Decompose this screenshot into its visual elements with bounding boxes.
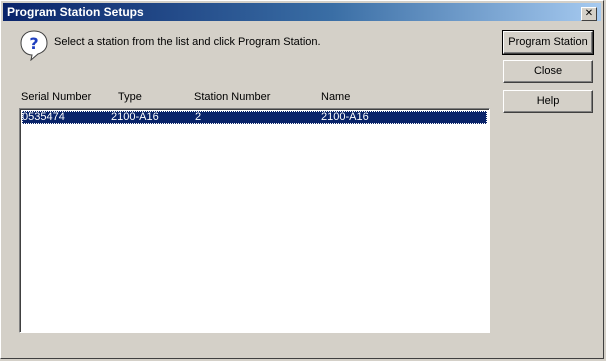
help-button[interactable]: Help (503, 90, 593, 113)
column-header-station-number[interactable]: Station Number (194, 91, 270, 103)
cell-name: 2100-A16 (321, 111, 369, 123)
svg-text:?: ? (29, 34, 38, 53)
column-header-name[interactable]: Name (321, 91, 350, 103)
program-station-button[interactable]: Program Station (502, 30, 594, 55)
question-mark-balloon-icon: ? (20, 30, 48, 61)
table-row[interactable]: 0535474 2100-A16 2 2100-A16 (22, 111, 487, 124)
window-title: Program Station Setups (7, 5, 144, 19)
column-header-type[interactable]: Type (118, 91, 142, 103)
cell-station-number: 2 (195, 111, 202, 123)
cell-serial-number: 0535474 (22, 111, 65, 123)
instruction-text: Select a station from the list and click… (54, 36, 321, 48)
close-window-button[interactable]: ✕ (581, 7, 597, 21)
cell-type: 2100-A16 (111, 111, 159, 123)
station-list[interactable]: 0535474 2100-A16 2 2100-A16 (19, 108, 490, 333)
program-station-setups-dialog: Program Station Setups ✕ ? Select a stat… (0, 0, 604, 359)
title-bar[interactable]: Program Station Setups ✕ (3, 3, 601, 21)
close-icon: ✕ (584, 8, 594, 19)
column-header-serial-number[interactable]: Serial Number (21, 91, 91, 103)
close-button[interactable]: Close (503, 60, 593, 83)
